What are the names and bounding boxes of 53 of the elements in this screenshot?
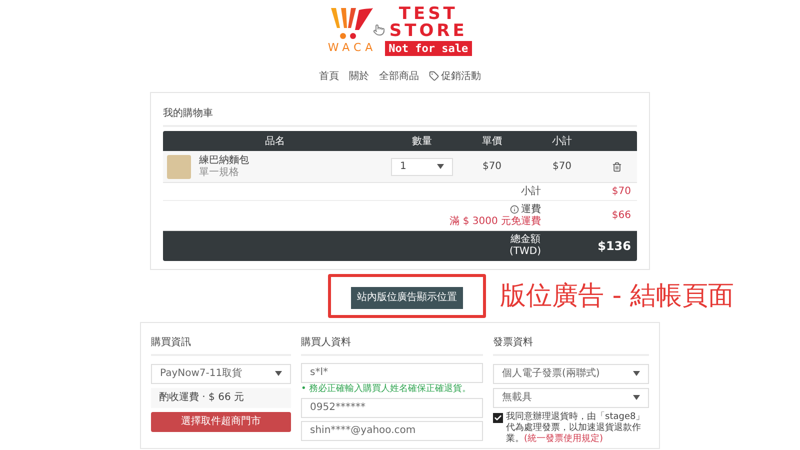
section-title: 購買資訊 — [151, 336, 191, 348]
column-header: 單價 — [482, 134, 502, 148]
unit-price: $70 — [482, 160, 502, 174]
caret-icon — [437, 164, 444, 169]
select-store-button[interactable]: 選擇取件超商門市 — [151, 412, 291, 432]
product-variant: 單一規格 — [199, 166, 240, 178]
shipping-value: $66 — [610, 209, 631, 223]
column-header: 小計 — [552, 134, 572, 148]
section-title: 購買人資料 — [301, 336, 351, 348]
caret-icon — [633, 395, 640, 400]
input-field[interactable]: s*l* — [301, 362, 483, 382]
item-subtotal: $70 — [552, 160, 572, 174]
subtotal-value: $70 — [610, 185, 631, 199]
invoice-select[interactable]: 無載具 — [493, 388, 649, 408]
store-title: STORE — [389, 23, 468, 40]
logo-wordmark: WACA — [328, 42, 377, 54]
photo-placeholder — [167, 154, 191, 178]
not-for-sale-badge: Not for sale — [384, 41, 472, 56]
total-value: $136 — [596, 238, 631, 255]
nav-link[interactable]: 關於 — [349, 68, 369, 84]
invoice-select[interactable]: 個人電子發票(兩聯式) — [493, 364, 649, 384]
quantity-select[interactable]: 1 — [391, 158, 453, 176]
agreement-text: 我同意辦理退貨時，由「stage8」代為處理發票，以加速退貨退款作業。(統一發票使用規定) — [506, 412, 646, 444]
shipping-label: 運費 — [521, 204, 541, 216]
free-shipping-note: 滿 $ 3000 元免運費 — [450, 216, 541, 228]
input-field[interactable]: shin****@yahoo.com — [301, 420, 483, 440]
column-header: 數量 — [412, 134, 432, 148]
product-name: 練巴納麵包 — [199, 154, 249, 166]
tag-icon — [429, 71, 439, 81]
caret-icon — [275, 371, 282, 376]
nav-link[interactable]: 促銷活動 — [429, 68, 481, 84]
subtotal-label: 小計 — [521, 184, 541, 199]
total-currency: (TWD) — [510, 246, 541, 258]
input-field[interactable]: 0952****** — [301, 398, 483, 418]
delete-icon[interactable] — [612, 162, 622, 172]
caret-icon — [633, 371, 640, 376]
store-title: TEST — [398, 6, 458, 23]
section-title: 我的購物車 — [163, 108, 213, 119]
nav-link[interactable]: 全部商品 — [379, 68, 419, 84]
hand-cursor-icon — [372, 24, 385, 36]
agree-checkbox[interactable] — [493, 412, 503, 422]
logo-mark-icon — [329, 6, 376, 42]
section-title: 發票資料 — [493, 336, 533, 348]
ad-caption: 版位廣告 - 結帳頁面 — [500, 280, 734, 311]
ad-placeholder-button[interactable]: 站內版位廣告顯示位置 — [351, 286, 463, 308]
invoice-rules-link[interactable]: (統一發票使用規定) — [524, 434, 604, 444]
column-header: 品名 — [265, 134, 285, 148]
nav-link[interactable]: 首頁 — [319, 68, 339, 84]
info-icon — [510, 205, 519, 214]
total-label: 總金額 — [510, 234, 540, 246]
hint-text: • 務必正確輸入購買人姓名確保正確退貨。 — [301, 384, 472, 394]
payment-select[interactable]: PayNow7-11取貨 — [151, 364, 291, 384]
shipping-fee-text: 酌收運費 ‧ $ 66 元 — [151, 388, 291, 408]
